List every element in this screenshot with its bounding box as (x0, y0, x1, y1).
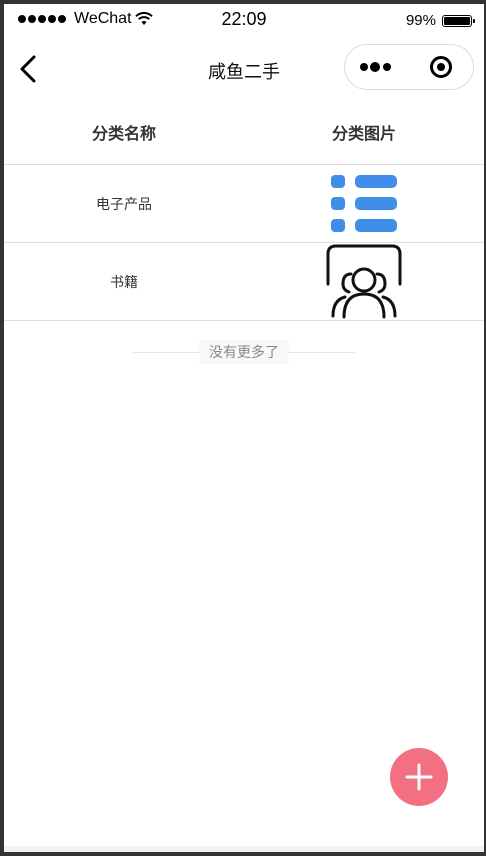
mini-program-capsule (344, 44, 474, 90)
target-circle-icon (430, 56, 453, 78)
close-miniprogram-button[interactable] (410, 45, 474, 89)
category-image (244, 243, 484, 320)
plus-icon (405, 763, 433, 791)
header-category-name: 分类名称 (91, 124, 156, 143)
battery-percent: 99% (405, 12, 436, 29)
add-category-button[interactable] (390, 748, 448, 806)
bottom-strip (4, 846, 484, 852)
no-more-text: 没有更多了 (199, 340, 289, 364)
battery-icon (442, 14, 475, 27)
more-button[interactable] (345, 45, 409, 89)
no-more-indicator: 没有更多了 (4, 340, 484, 364)
category-name: 书籍 (110, 274, 138, 291)
category-name: 电子产品 (96, 196, 152, 213)
divider-line (133, 351, 199, 353)
more-dots-icon (359, 62, 391, 72)
table-header: 分类名称 分类图片 (4, 100, 484, 165)
phone-screen: WeChat 22:09 99% 咸鱼二手 分类名称 分类图片 电子产品 书籍 … (4, 4, 484, 852)
header-category-image: 分类图片 (331, 124, 396, 143)
status-right: 99% (405, 12, 475, 29)
list-icon (331, 174, 397, 232)
status-bar: WeChat 22:09 99% (4, 4, 484, 36)
table-row[interactable]: 书籍 (4, 243, 484, 321)
category-image (244, 165, 484, 242)
group-users-icon (326, 244, 402, 318)
nav-bar: 咸鱼二手 (4, 36, 484, 100)
category-table: 分类名称 分类图片 电子产品 书籍 (4, 100, 484, 321)
table-row[interactable]: 电子产品 (4, 165, 484, 243)
divider-line (289, 351, 355, 353)
